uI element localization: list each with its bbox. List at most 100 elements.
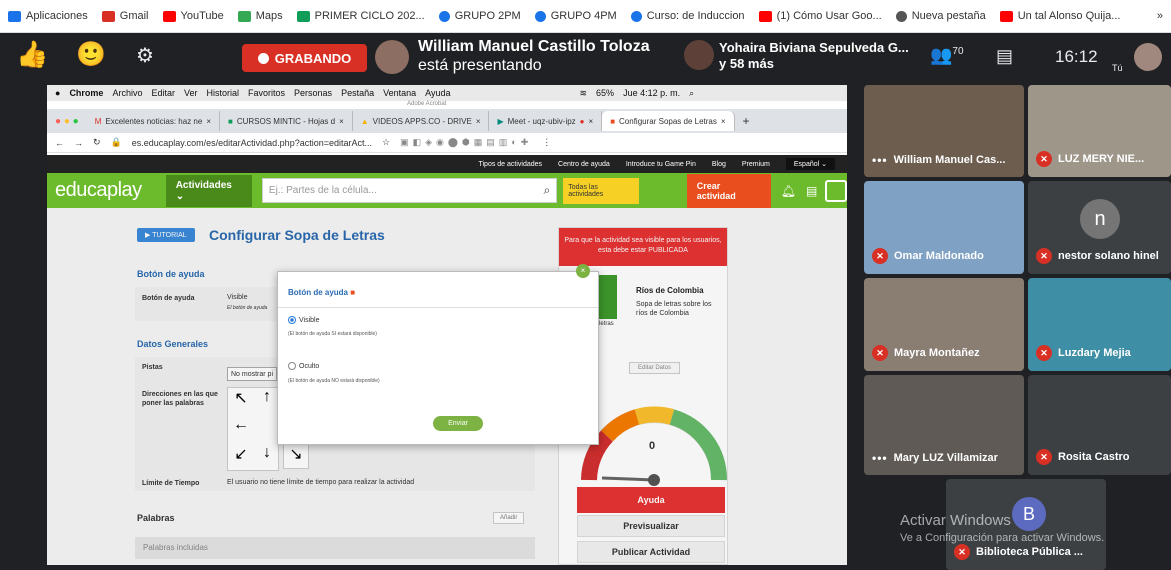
nav-centro-ayuda[interactable]: Centro de ayuda — [558, 161, 610, 168]
modal-divider — [278, 307, 598, 308]
chat-icon[interactable]: ▤ — [996, 46, 1013, 67]
menu-pestana[interactable]: Pestaña — [341, 88, 374, 98]
search-input[interactable]: Ej.: Partes de la célula... ⌕ — [261, 178, 558, 203]
other-participants-info: Yohaira Biviana Sepulveda G... y 58 más — [719, 40, 909, 71]
info-icon — [534, 10, 546, 22]
globe-icon — [895, 10, 907, 22]
window-controls[interactable]: ● ● ● — [47, 116, 87, 127]
raise-hand-icon[interactable]: 👍 — [16, 39, 48, 70]
menu-archivo[interactable]: Archivo — [112, 88, 142, 98]
modal-title: Botón de ayuda ■ — [288, 288, 356, 297]
meet-icon: ▶ — [497, 116, 504, 126]
participant-tile-omar: ✕ Omar Maldonado — [864, 181, 1024, 274]
tab-gmail[interactable]: M Excelentes noticias: haz ne × — [87, 111, 220, 131]
bookmark-curso[interactable]: Curso: de Induccion — [630, 10, 745, 22]
nav-game-pin[interactable]: Introduce tu Game Pin — [626, 161, 696, 168]
star-icon[interactable]: ☆ — [382, 137, 390, 148]
drive-icon: ▲ — [360, 116, 369, 126]
enviar-button[interactable]: Enviar — [433, 416, 483, 431]
menu-historial[interactable]: Historial — [207, 88, 240, 98]
windows-watermark-title: Activar Windows — [900, 512, 1011, 529]
url-field[interactable]: es.educaplay.com/es/editarActividad.php?… — [132, 138, 372, 148]
self-avatar — [1134, 43, 1162, 71]
menu-ventana[interactable]: Ventana — [383, 88, 416, 98]
bookmark-youtube[interactable]: YouTube — [162, 10, 224, 22]
participant-tile-rosita: ✕ Rosita Castro — [1028, 375, 1171, 475]
crear-actividad-button[interactable]: Crear actividad — [686, 173, 771, 208]
mac-clock: Jue 4:12 p. m. — [623, 88, 681, 98]
menu-dots-icon[interactable]: ⋮ — [542, 137, 551, 148]
radio-visible[interactable] — [288, 316, 296, 324]
language-select[interactable]: Español ⌄ — [785, 158, 835, 170]
educaplay-icon: ■ — [610, 116, 616, 126]
nav-premium[interactable]: Premium — [742, 161, 770, 168]
extensions-icons[interactable]: ▣◧◈◉⬤⬢▦▤▥◐✚ — [400, 137, 532, 148]
user-icon[interactable] — [825, 179, 847, 202]
participant-tile-luzmery: ✕ LUZ MERY NIE... — [1028, 85, 1171, 177]
menu-personas[interactable]: Personas — [294, 88, 332, 98]
actividades-dropdown[interactable]: Actividades ⌄ — [165, 174, 252, 207]
participant-tile-maryluz: ••• Mary LUZ Villamizar — [864, 375, 1024, 475]
bookmark-primer-ciclo[interactable]: PRIMER CICLO 202... — [296, 10, 425, 22]
sheets-icon — [296, 10, 310, 22]
forward-icon[interactable]: → — [74, 138, 83, 148]
info-icon — [438, 10, 450, 22]
lock-icon: 🔒 — [110, 137, 122, 147]
tab-meet[interactable]: ▶ Meet - uqz-ubiv-ipz ● × — [489, 111, 603, 131]
tab-educaplay[interactable]: ■ Configurar Sopas de Letras × — [602, 111, 735, 131]
nav-blog[interactable]: Blog — [712, 161, 726, 168]
recording-badge: GRABANDO — [242, 44, 367, 72]
youtube-icon — [999, 10, 1013, 22]
bookmark-grupo-4pm[interactable]: GRUPO 4PM — [534, 10, 617, 22]
reload-icon[interactable]: ↻ — [93, 137, 101, 148]
youtube-icon — [162, 10, 176, 22]
inbox-icon[interactable]: ▤ — [806, 184, 817, 198]
battery-status: 65% — [596, 88, 615, 98]
radio-oculto[interactable] — [288, 362, 296, 370]
visible-option[interactable]: Visible — [288, 316, 320, 324]
settings-icon[interactable]: ⚙ — [136, 43, 154, 68]
oculto-option[interactable]: Oculto — [288, 362, 319, 370]
participant-initial-avatar: n — [1080, 199, 1120, 239]
you-label: Tú — [1112, 63, 1123, 73]
participant-initial-avatar: B — [1012, 497, 1046, 531]
bookmark-apps[interactable]: Aplicaciones — [8, 10, 88, 22]
shared-screen: ● Chrome Archivo Editar Ver Historial Fa… — [47, 85, 847, 565]
more-options-icon[interactable]: ••• — [872, 153, 888, 167]
more-options-icon[interactable]: ••• — [872, 451, 888, 465]
record-dot-icon — [257, 52, 269, 64]
mic-off-icon: ✕ — [1036, 345, 1052, 361]
back-icon[interactable]: ← — [55, 138, 64, 148]
menu-ver[interactable]: Ver — [184, 88, 198, 98]
nav-tipos[interactable]: Tipos de actividades — [478, 161, 542, 168]
other-avatar — [684, 40, 714, 70]
todas-actividades-button[interactable]: Todas las actividades — [563, 177, 639, 204]
educaplay-header: educaplay Actividades ⌄ Ej.: Partes de l… — [47, 173, 847, 208]
mic-off-icon: ✕ — [872, 345, 888, 361]
tab-cursos[interactable]: ■ CURSOS MINTIC - Hojas d × — [220, 111, 353, 131]
bookmark-nueva-pestana[interactable]: Nueva pestaña — [895, 10, 986, 22]
boton-ayuda-modal: Botón de ayuda ■ × Visible (El botón de … — [277, 264, 599, 445]
mic-off-icon: ✕ — [954, 544, 970, 560]
search-icon[interactable]: ⌕ — [544, 183, 551, 198]
bookmark-alonso[interactable]: Un tal Alonso Quija... — [999, 10, 1120, 22]
bookmark-como-usar[interactable]: (1) Cómo Usar Goo... — [758, 10, 882, 22]
visible-note: (El botón de ayuda SI estará disponible) — [288, 331, 377, 337]
bookmark-grupo-2pm[interactable]: GRUPO 2PM — [438, 10, 521, 22]
menu-favoritos[interactable]: Favoritos — [248, 88, 285, 98]
sheets-icon: ■ — [228, 116, 233, 126]
bookmark-gmail[interactable]: Gmail — [101, 10, 149, 22]
bookmark-maps[interactable]: Maps — [237, 10, 283, 22]
close-icon[interactable]: × — [576, 264, 590, 278]
mic-off-icon: ✕ — [1036, 151, 1052, 167]
new-tab-button[interactable]: + — [735, 114, 758, 128]
menu-ayuda[interactable]: Ayuda — [425, 88, 450, 98]
tab-videos[interactable]: ▲ VIDEOS APPS.CO - DRIVE × — [353, 111, 490, 131]
bell-icon[interactable]: 🔔︎ — [781, 184, 796, 198]
windows-watermark-subtitle: Ve a Configuración para activar Windows. — [900, 532, 1105, 544]
educaplay-logo[interactable]: educaplay — [55, 179, 142, 202]
menu-editar[interactable]: Editar — [151, 88, 175, 98]
emoji-icon[interactable]: 🙂 — [76, 40, 106, 69]
bookmarks-overflow[interactable]: » — [1157, 10, 1163, 22]
people-icon[interactable]: 👥70 — [930, 45, 964, 66]
